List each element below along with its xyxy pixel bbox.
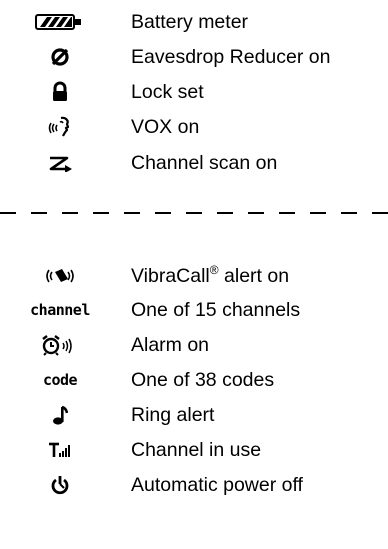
legend-row-auto-power-off: Automatic power off [0, 468, 388, 502]
legend-label: Ring alert [131, 404, 215, 426]
legend-label: Channel in use [131, 439, 262, 461]
legend-row-vox: VOX on [0, 110, 388, 144]
vibracall-suffix: alert on [218, 265, 290, 287]
legend-row-channel-in-use: Channel in use [0, 433, 388, 467]
legend-label: Lock set [131, 81, 204, 103]
legend-row-eavesdrop-reducer: Eavesdrop Reducer on [0, 40, 388, 74]
legend-row-battery: Battery meter [0, 5, 388, 39]
legend-row-alarm: Alarm on [0, 328, 388, 362]
legend-label: VOX on [131, 116, 200, 138]
auto-power-off-icon [0, 468, 120, 502]
code-word-icon: code [42, 371, 78, 389]
legend-row-ring-alert: Ring alert [0, 398, 388, 432]
battery-icon [0, 5, 120, 39]
alarm-icon [0, 328, 120, 362]
legend-label: Channel scan on [131, 152, 278, 174]
legend-row-channel-scan: Channel scan on [0, 146, 388, 180]
legend-row-code: code One of 38 codes [0, 363, 388, 397]
legend-label: VibraCall® alert on [131, 259, 289, 293]
lock-icon [0, 75, 120, 109]
section-divider [0, 212, 388, 214]
legend-label: Battery meter [131, 11, 249, 33]
vox-icon [0, 110, 120, 144]
legend-label: One of 15 channels [131, 299, 301, 321]
channel-word-icon: channel [30, 301, 90, 319]
vibracall-icon [0, 259, 120, 293]
legend-label: Alarm on [131, 334, 210, 356]
vibracall-name: VibraCall [131, 265, 210, 287]
ring-alert-icon [0, 398, 120, 432]
eavesdrop-reducer-icon [0, 40, 120, 74]
legend-label: One of 38 codes [131, 369, 275, 391]
legend-row-vibracall: VibraCall® alert on [0, 259, 388, 293]
legend-row-lock: Lock set [0, 75, 388, 109]
legend-label: Eavesdrop Reducer on [131, 46, 331, 68]
legend-row-channel: channel One of 15 channels [0, 293, 388, 327]
channel-scan-icon [0, 146, 120, 180]
legend-label: Automatic power off [131, 474, 303, 496]
registered-mark: ® [209, 263, 219, 277]
channel-in-use-icon [0, 433, 120, 467]
